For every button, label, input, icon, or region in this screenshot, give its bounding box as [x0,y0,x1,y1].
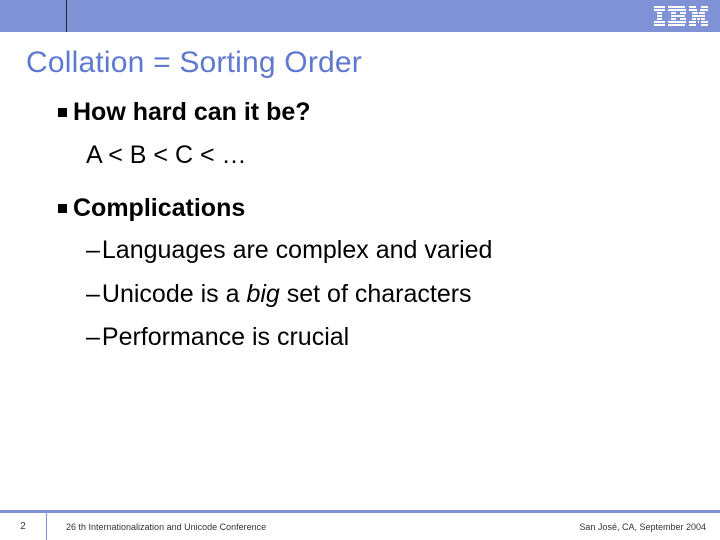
bullet-complications: Complications [58,194,690,223]
text-fragment: Unicode is a [102,280,247,308]
dash-icon: – [86,324,100,352]
footer-conference: 26 th Internationalization and Unicode C… [66,513,266,540]
slide: Collation = Sorting Order How hard can i… [0,0,720,540]
slide-title: Collation = Sorting Order [0,32,720,98]
sub-bullet-text: Unicode is a big set of characters [102,281,472,309]
sub-bullet-languages: – Languages are complex and varied [58,237,690,265]
square-bullet-icon [58,204,67,213]
footer: 2 26 th Internationalization and Unicode… [0,510,720,540]
bullet-how-hard: How hard can it be? [58,98,690,127]
header-tick [66,0,67,32]
sub-bullet-unicode: – Unicode is a big set of characters [58,281,690,309]
footer-divider [46,513,47,540]
emphasis-text: big [246,280,279,308]
bullet-text: Complications [73,194,245,223]
bullet-text: How hard can it be? [73,98,311,127]
dash-icon: – [86,281,100,309]
page-number: 2 [0,513,46,540]
slide-body: How hard can it be? A < B < C < … Compli… [0,98,720,510]
ibm-logo-icon [654,6,708,26]
sub-bullet-performance: – Performance is crucial [58,324,690,352]
square-bullet-icon [58,108,67,117]
bullet-example: A < B < C < … [58,141,690,170]
text-fragment: set of characters [280,280,472,308]
sub-bullet-text: Languages are complex and varied [102,237,493,265]
header-bar [0,0,720,32]
sub-bullet-text: Performance is crucial [102,324,349,352]
dash-icon: – [86,237,100,265]
footer-location: San José, CA, September 2004 [579,513,706,540]
